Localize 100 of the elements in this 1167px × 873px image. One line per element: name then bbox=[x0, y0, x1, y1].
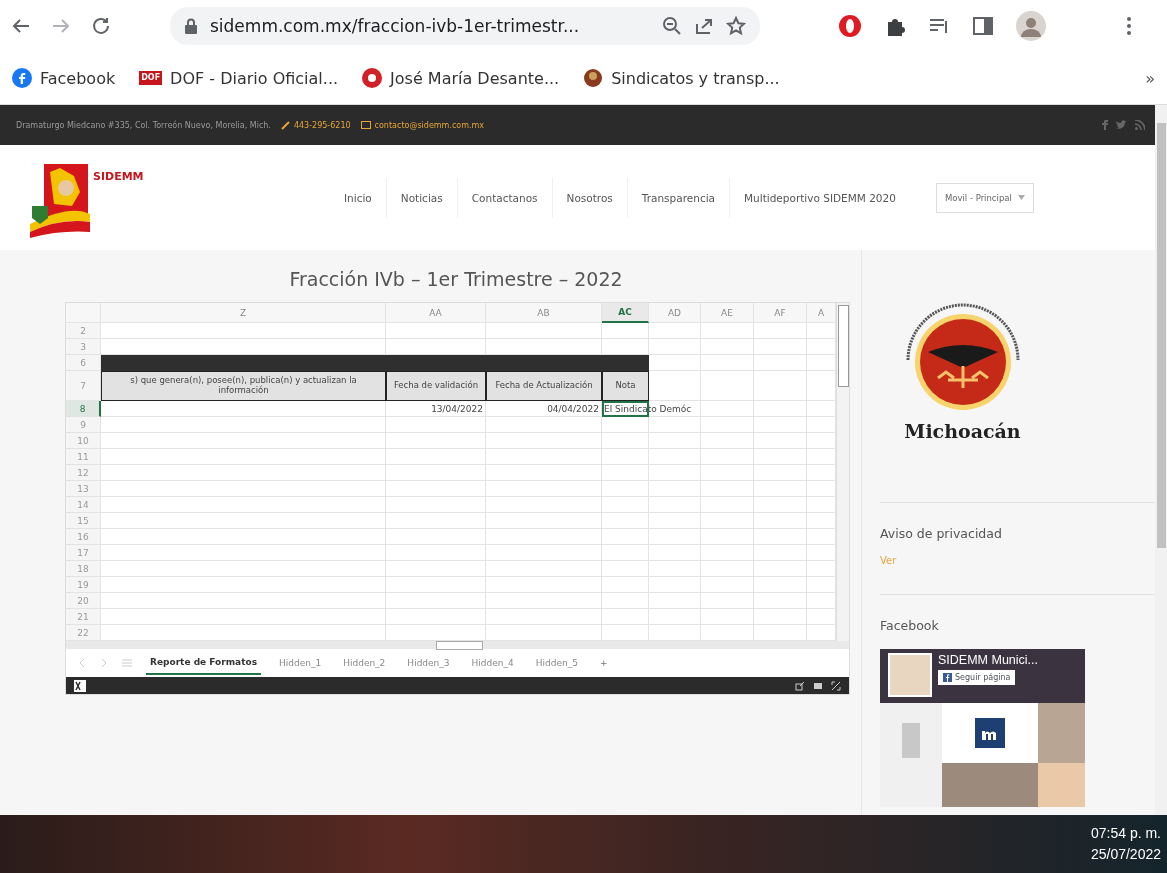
column-header[interactable]: AC bbox=[602, 303, 649, 323]
table-cell[interactable] bbox=[602, 577, 649, 593]
table-cell[interactable] bbox=[486, 545, 602, 561]
prev-sheet-icon[interactable] bbox=[78, 658, 86, 668]
table-cell[interactable] bbox=[101, 577, 386, 593]
vertical-scrollbar[interactable] bbox=[836, 303, 849, 641]
table-cell[interactable] bbox=[701, 433, 754, 449]
table-cell[interactable] bbox=[754, 609, 807, 625]
table-cell[interactable] bbox=[649, 323, 701, 339]
table-cell[interactable] bbox=[649, 339, 701, 355]
table-cell[interactable] bbox=[101, 433, 386, 449]
menu-icon[interactable] bbox=[1126, 15, 1132, 37]
table-cell[interactable] bbox=[649, 577, 701, 593]
phone-link[interactable]: 443-295-6210 bbox=[293, 120, 351, 130]
email-link[interactable]: contacto@sidemm.com.mx bbox=[374, 120, 485, 130]
follow-button[interactable]: Seguir página bbox=[938, 670, 1016, 685]
table-cell[interactable] bbox=[701, 481, 754, 497]
row-number[interactable]: 15 bbox=[66, 513, 101, 529]
column-header[interactable]: AD bbox=[649, 303, 701, 323]
row-number[interactable]: 21 bbox=[66, 609, 101, 625]
table-cell[interactable] bbox=[386, 593, 486, 609]
table-cell[interactable] bbox=[602, 449, 649, 465]
page-name[interactable]: SIDEMM Munici... bbox=[938, 653, 1038, 667]
table-cell[interactable] bbox=[754, 433, 807, 449]
table-cell[interactable] bbox=[754, 577, 807, 593]
table-cell[interactable] bbox=[754, 497, 807, 513]
table-cell[interactable] bbox=[701, 355, 754, 371]
sheet-tab[interactable]: Hidden_1 bbox=[275, 652, 326, 674]
table-cell[interactable] bbox=[754, 593, 807, 609]
table-cell[interactable] bbox=[649, 609, 701, 625]
row-number[interactable]: 13 bbox=[66, 481, 101, 497]
table-cell[interactable] bbox=[486, 481, 602, 497]
table-cell[interactable] bbox=[649, 371, 701, 401]
table-cell[interactable] bbox=[754, 323, 807, 339]
table-cell[interactable] bbox=[386, 465, 486, 481]
table-cell[interactable] bbox=[486, 561, 602, 577]
table-cell[interactable]: 13/04/2022 bbox=[386, 401, 486, 417]
table-cell[interactable] bbox=[701, 339, 754, 355]
table-cell[interactable] bbox=[701, 417, 754, 433]
zoom-icon[interactable] bbox=[662, 16, 682, 36]
table-cell[interactable] bbox=[649, 529, 701, 545]
next-sheet-icon[interactable] bbox=[100, 658, 108, 668]
nav-link[interactable]: Noticias bbox=[385, 177, 457, 218]
row-number[interactable]: 16 bbox=[66, 529, 101, 545]
table-cell[interactable] bbox=[386, 545, 486, 561]
reload-icon[interactable] bbox=[90, 15, 112, 37]
comment-icon[interactable] bbox=[813, 680, 823, 691]
star-icon[interactable] bbox=[726, 16, 746, 36]
table-cell[interactable] bbox=[386, 417, 486, 433]
fullscreen-icon[interactable] bbox=[831, 680, 841, 691]
table-cell[interactable] bbox=[101, 529, 386, 545]
table-cell[interactable] bbox=[486, 529, 602, 545]
avatar-icon[interactable] bbox=[1016, 11, 1046, 41]
table-cell[interactable] bbox=[101, 561, 386, 577]
table-cell[interactable] bbox=[101, 481, 386, 497]
table-cell[interactable] bbox=[386, 513, 486, 529]
table-cell[interactable] bbox=[101, 513, 386, 529]
table-cell[interactable] bbox=[602, 593, 649, 609]
table-cell[interactable] bbox=[754, 401, 807, 417]
bookmark[interactable]: Facebook bbox=[12, 68, 116, 88]
nav-link[interactable]: Contactanos bbox=[456, 177, 552, 218]
table-cell[interactable] bbox=[486, 609, 602, 625]
table-cell[interactable] bbox=[701, 577, 754, 593]
row-number[interactable]: 2 bbox=[66, 323, 101, 339]
table-cell[interactable]: 04/04/2022 bbox=[486, 401, 602, 417]
table-cell[interactable] bbox=[602, 545, 649, 561]
row-number[interactable]: 19 bbox=[66, 577, 101, 593]
add-sheet-button[interactable]: + bbox=[595, 652, 612, 674]
table-cell[interactable] bbox=[701, 497, 754, 513]
row-number[interactable]: 6 bbox=[66, 355, 101, 371]
table-cell[interactable] bbox=[101, 609, 386, 625]
table-cell[interactable] bbox=[101, 417, 386, 433]
table-cell[interactable] bbox=[754, 355, 807, 371]
table-cell[interactable] bbox=[754, 371, 807, 401]
table-cell[interactable] bbox=[486, 497, 602, 513]
row-number[interactable]: 18 bbox=[66, 561, 101, 577]
table-cell[interactable] bbox=[754, 513, 807, 529]
sheet-tab[interactable]: Hidden_5 bbox=[531, 652, 582, 674]
row-number[interactable]: 20 bbox=[66, 593, 101, 609]
bookmark[interactable]: DOF DOF - Diario Oficial... bbox=[139, 68, 339, 88]
table-cell[interactable] bbox=[701, 561, 754, 577]
row-number[interactable]: 3 bbox=[66, 339, 101, 355]
table-cell[interactable] bbox=[649, 449, 701, 465]
table-cell[interactable] bbox=[602, 497, 649, 513]
table-cell[interactable] bbox=[101, 593, 386, 609]
table-cell[interactable] bbox=[486, 449, 602, 465]
table-cell[interactable] bbox=[701, 449, 754, 465]
twitter-icon[interactable] bbox=[1116, 120, 1127, 130]
table-cell[interactable] bbox=[649, 593, 701, 609]
table-cell[interactable] bbox=[602, 417, 649, 433]
bookmark[interactable]: José María Desante... bbox=[362, 68, 560, 88]
table-cell[interactable] bbox=[101, 401, 386, 417]
table-cell[interactable] bbox=[649, 545, 701, 561]
table-cell[interactable] bbox=[602, 323, 649, 339]
table-cell[interactable] bbox=[649, 417, 701, 433]
address-bar[interactable]: sidemm.com.mx/fraccion-ivb-1er-trimestr... bbox=[170, 7, 760, 45]
table-cell[interactable] bbox=[101, 323, 386, 339]
excel-icon[interactable] bbox=[74, 679, 86, 692]
table-cell[interactable] bbox=[386, 609, 486, 625]
table-cell[interactable] bbox=[386, 449, 486, 465]
